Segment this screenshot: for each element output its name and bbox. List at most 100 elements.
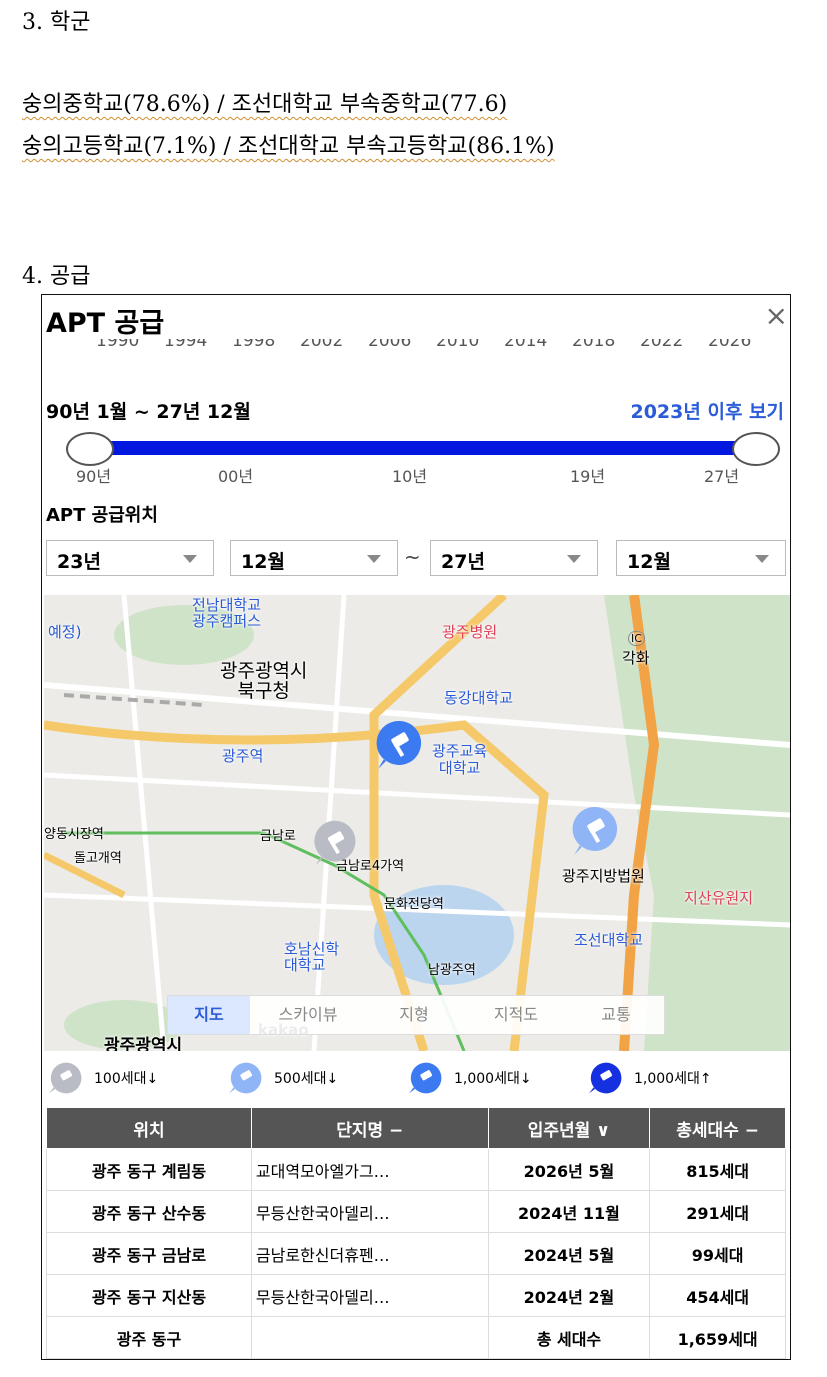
marker-dark-blue-icon [589, 1062, 622, 1094]
section-3-heading: 3. 학군 [22, 10, 91, 35]
col-location-header[interactable]: 위치 [46, 1107, 252, 1149]
year-axis: 1990 1994 1998 2002 2006 2010 2014 2018 … [82, 339, 782, 361]
map[interactable]: 전남대학교 광주캠퍼스 예정) 광주병원 IC 각화 광주광역시 북구청 동강대… [44, 595, 790, 1051]
map-label-court: 광주지방법원 [562, 867, 645, 885]
map-label-chosun: 조선대학교 [574, 931, 644, 949]
range-slider-end-handle[interactable] [732, 432, 780, 466]
slider-tick: 27년 [704, 467, 740, 486]
start-year-value: 23년 [57, 551, 101, 573]
tab-skyview[interactable]: 스카이뷰 [260, 996, 356, 1034]
legend-item: 100세대↓ [46, 1061, 158, 1095]
year-tick: 2010 [436, 339, 480, 351]
map-type-tabs: 지도 스카이뷰 지형 지적도 교통 [167, 995, 665, 1035]
col-date-header[interactable]: 입주년월 ∨ [487, 1107, 651, 1149]
section-4-heading: 4. 공급 [22, 264, 91, 289]
range-label: 90년 1월 ~ 27년 12월 [46, 401, 251, 423]
chevron-down-icon [183, 555, 197, 563]
apt-marker-500-under[interactable] [570, 805, 622, 857]
marker-blue-icon [409, 1062, 442, 1094]
panel-title: APT 공급 [46, 308, 165, 339]
legend-item: 1,000세대↓ [406, 1061, 532, 1095]
map-label-jnu: 전남대학교 광주캠퍼스 [192, 596, 262, 630]
cell-units: 291세대 [649, 1190, 786, 1233]
year-tick: 1994 [164, 339, 208, 351]
cell-name[interactable]: 무등산한국아델리… [250, 1274, 489, 1317]
map-label-namgwangju: 남광주역 [428, 963, 476, 978]
marker-light-blue-icon [229, 1062, 262, 1094]
slider-tick: 10년 [392, 467, 428, 486]
year-tick: 1998 [232, 339, 276, 351]
cell-name[interactable]: 금남로한신더휴펜… [250, 1232, 489, 1275]
start-month-value: 12월 [241, 551, 285, 573]
map-label-yangdong: 양동시장역 [44, 827, 104, 842]
range-slider-start-handle[interactable] [66, 432, 114, 466]
map-label-yejeong: 예정) [48, 623, 82, 641]
total-label: 총 세대수 [487, 1316, 651, 1359]
year-tick: 2014 [504, 339, 548, 351]
range-slider-track[interactable] [90, 441, 754, 455]
school-line-high-text: 숭의고등학교(7.1%) / 조선대학교 부속고등학교(86.1%) [22, 134, 555, 159]
table-header-row: 위치 단지명 − 입주년월 ∨ 총세대수 − [46, 1107, 786, 1149]
map-label-munhwa: 문화전당역 [384, 897, 444, 912]
cell-name[interactable]: 교대역모아엘가그… [250, 1148, 489, 1191]
cell-units: 815세대 [649, 1148, 786, 1191]
map-label-edu-univ: 광주교육 대학교 [432, 742, 488, 777]
cell-name[interactable]: 무등산한국아델리… [250, 1190, 489, 1233]
range-tilde: ~ [404, 545, 421, 569]
map-label-jisan: 지산유원지 [684, 889, 754, 907]
map-label-gakhwa: 각화 [622, 649, 650, 667]
cell-location: 광주 동구 금남로 [46, 1232, 252, 1275]
col-name-header[interactable]: 단지명 − [250, 1107, 489, 1149]
apt-supply-panel: APT 공급 × 1990 1994 1998 2002 2006 2010 2… [41, 294, 791, 1360]
map-label-geumnam: 금남로 [260, 829, 296, 844]
apt-marker-100-under[interactable] [312, 819, 360, 867]
total-units: 1,659세대 [649, 1316, 786, 1359]
legend-label: 1,000세대↓ [454, 1071, 532, 1087]
after-2023-link[interactable]: 2023년 이후 보기 [630, 397, 784, 424]
table-row[interactable]: 광주 동구 산수동 무등산한국아델리… 2024년 11월 291세대 [46, 1190, 786, 1233]
year-tick: 2002 [300, 339, 344, 351]
end-year-value: 27년 [441, 551, 485, 573]
close-icon[interactable]: × [765, 299, 788, 332]
table-row[interactable]: 광주 동구 금남로 금남로한신더휴펜… 2024년 5월 99세대 [46, 1232, 786, 1275]
school-line-middle-text: 숭의중학교(78.6%) / 조선대학교 부속중학교(77.6) [22, 92, 508, 117]
legend-item: 500세대↓ [226, 1061, 338, 1095]
end-year-select[interactable]: 27년 [430, 540, 598, 576]
cell-date: 2024년 5월 [487, 1232, 651, 1275]
map-label-donggang: 동강대학교 [444, 689, 514, 707]
year-tick: 2026 [708, 339, 752, 351]
tab-cadastral[interactable]: 지적도 [468, 996, 564, 1034]
table-total-row: 광주 동구 총 세대수 1,659세대 [46, 1316, 786, 1359]
map-label-bukgu: 광주광역시 북구청 [220, 660, 308, 702]
cell-date: 2024년 11월 [487, 1190, 651, 1233]
chevron-down-icon [367, 555, 381, 563]
end-month-select[interactable]: 12월 [616, 540, 786, 576]
table-row[interactable]: 광주 동구 지산동 무등산한국아델리… 2024년 2월 454세대 [46, 1274, 786, 1317]
legend-label: 100세대↓ [94, 1071, 159, 1087]
chevron-down-icon [567, 555, 581, 563]
legend-label: 1,000세대↑ [634, 1071, 712, 1087]
location-label: APT 공급위치 [46, 505, 158, 526]
table-row[interactable]: 광주 동구 계림동 교대역모아엘가그… 2026년 5월 815세대 [46, 1148, 786, 1191]
year-tick: 2018 [572, 339, 616, 351]
map-label-dolgogae: 돌고개역 [74, 851, 122, 866]
col-units-header[interactable]: 총세대수 − [649, 1107, 786, 1149]
chevron-down-icon [755, 555, 769, 563]
marker-legend: 100세대↓ 500세대↓ 1,000세대↓ 1,000세대↑ [46, 1061, 786, 1097]
map-label-honam: 호남신학 대학교 [284, 940, 340, 974]
year-tick: 1990 [96, 339, 140, 351]
tab-terrain[interactable]: 지형 [366, 996, 462, 1034]
tab-map[interactable]: 지도 [168, 996, 250, 1034]
slider-tick: 19년 [570, 467, 606, 486]
map-label-hospital: 광주병원 [442, 623, 498, 641]
legend-label: 500세대↓ [274, 1071, 339, 1087]
tab-traffic[interactable]: 교통 [570, 996, 662, 1034]
school-line-middle: 숭의중학교(78.6%) / 조선대학교 부속중학교(77.6) [22, 86, 507, 118]
start-year-select[interactable]: 23년 [46, 540, 214, 576]
map-label-ic: IC [628, 631, 645, 646]
school-line-high: 숭의고등학교(7.1%) / 조선대학교 부속고등학교(86.1%) [22, 128, 555, 160]
map-label-gwangju-station: 광주역 [222, 747, 264, 765]
year-tick: 2022 [640, 339, 684, 351]
apt-marker-1000-under[interactable] [374, 719, 426, 771]
start-month-select[interactable]: 12월 [230, 540, 398, 576]
